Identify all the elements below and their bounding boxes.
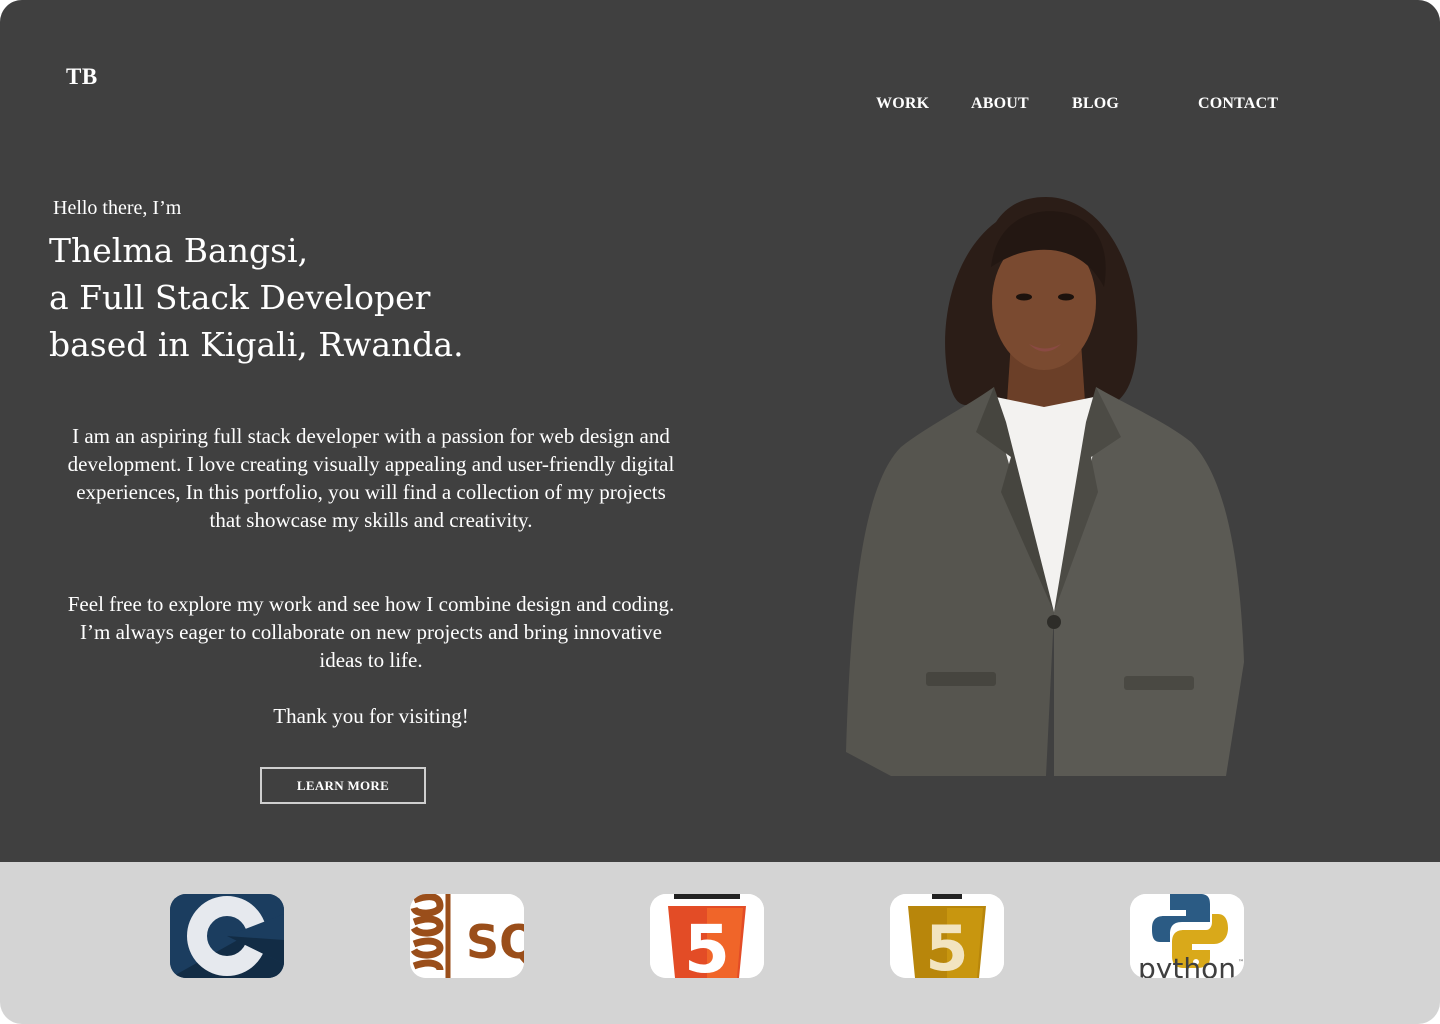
html5-shield-icon: 5	[650, 894, 764, 978]
css3-shield-icon: 5	[890, 894, 1004, 978]
headline-line: based in Kigali, Rwanda.	[49, 325, 464, 364]
python-logo[interactable]: python ™	[1130, 894, 1244, 978]
nav-blog-link[interactable]: BLOG	[1072, 95, 1119, 113]
site-logo[interactable]: TB	[66, 64, 98, 90]
sql-database-icon: SQ	[410, 894, 524, 978]
thanks-text: Thank you for visiting!	[273, 704, 469, 728]
page-frame: TB WORK ABOUT BLOG CONTACT Hello there, …	[0, 0, 1440, 1024]
html5-number: 5	[684, 911, 730, 978]
sql-logo[interactable]: SQ	[410, 894, 524, 978]
hero-greeting: Hello there, I’m	[53, 197, 182, 219]
headline-line: a Full Stack Developer	[49, 278, 431, 317]
c-language-icon	[170, 894, 284, 978]
nav-contact-link[interactable]: CONTACT	[1198, 95, 1278, 113]
c-logo[interactable]	[170, 894, 284, 978]
html5-logo[interactable]: 5	[650, 894, 764, 978]
hero-section: TB WORK ABOUT BLOG CONTACT Hello there, …	[0, 0, 1440, 862]
intro-paragraph: I am an aspiring full stack developer wi…	[67, 424, 675, 532]
explore-paragraph: Feel free to explore my work and see how…	[67, 592, 675, 672]
svg-text:™: ™	[1238, 959, 1244, 966]
css3-number: 5	[925, 912, 968, 978]
hero-headline: Thelma Bangsi, a Full Stack Developer ba…	[49, 227, 464, 368]
css3-logo[interactable]: 5	[890, 894, 1004, 978]
sql-text: SQ	[466, 915, 524, 969]
nav-about-link[interactable]: ABOUT	[971, 95, 1029, 113]
learn-more-button[interactable]: LEARN MORE	[260, 767, 426, 804]
python-snakes-icon: python ™	[1130, 894, 1244, 978]
nav-work-link[interactable]: WORK	[876, 95, 929, 113]
portrait-photo	[846, 197, 1244, 776]
python-wordmark: python	[1138, 952, 1236, 978]
headline-line: Thelma Bangsi,	[49, 231, 309, 270]
